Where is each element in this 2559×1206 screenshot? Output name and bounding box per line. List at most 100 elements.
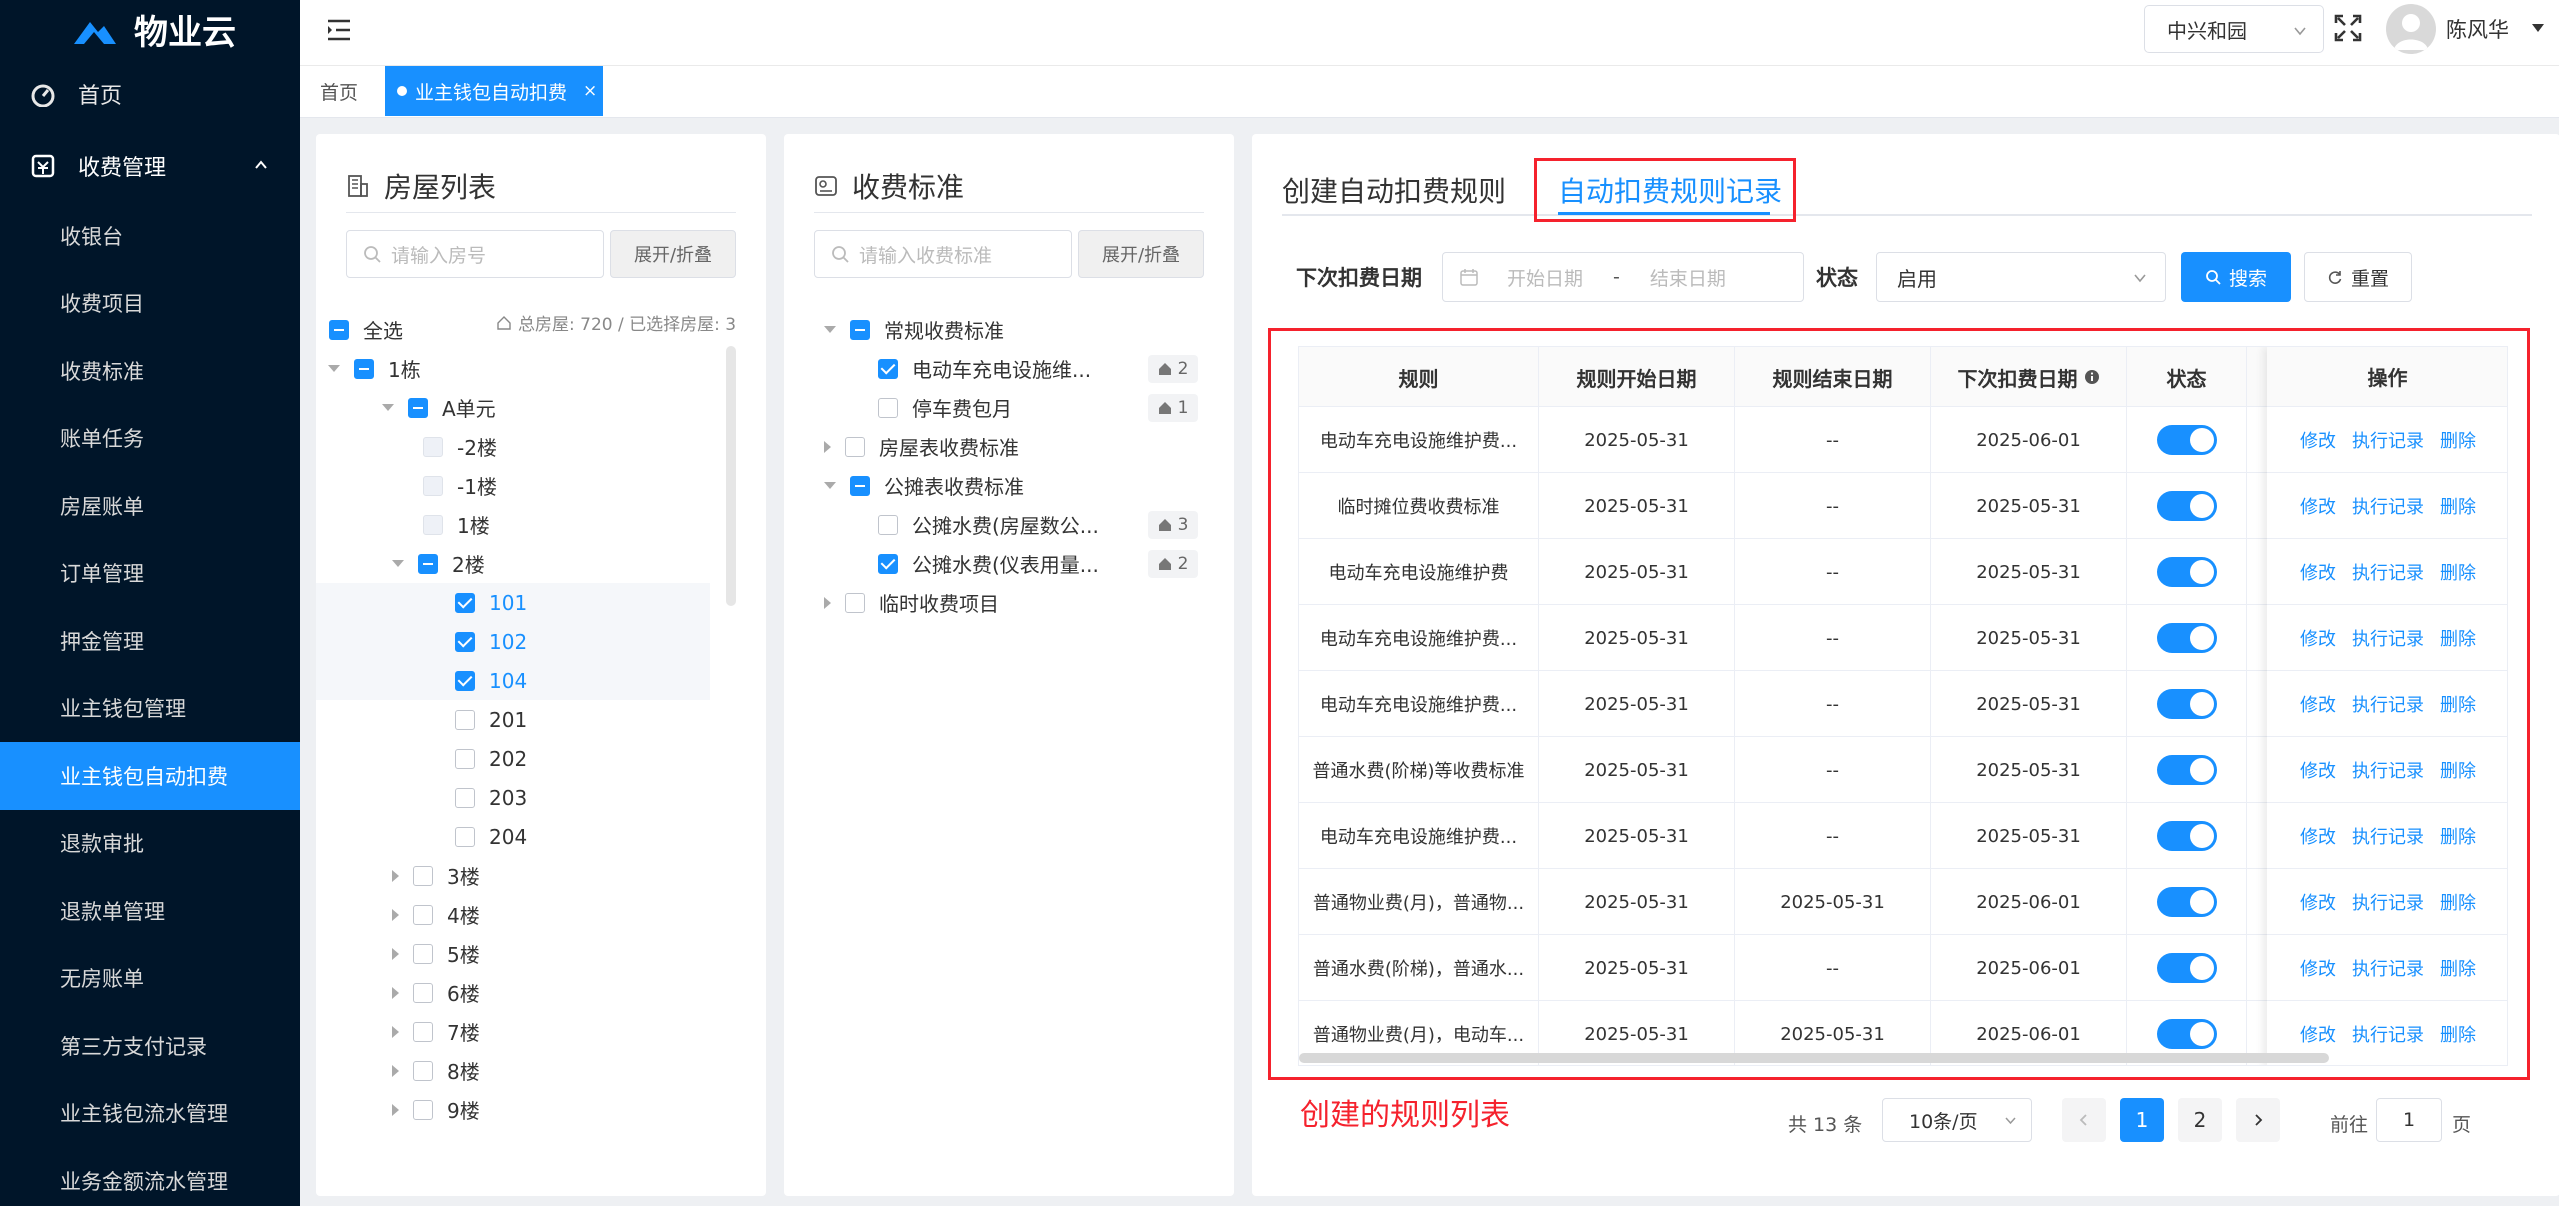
nav-home[interactable]: 首页	[0, 58, 300, 130]
checkbox[interactable]	[878, 514, 898, 535]
checkbox[interactable]	[455, 670, 475, 691]
checkbox[interactable]	[329, 319, 349, 340]
tree-floor[interactable]: 4楼	[392, 895, 480, 934]
caret-down-icon[interactable]	[328, 365, 340, 372]
tab-wallet-autodeduct[interactable]: 业主钱包自动扣费 ×	[385, 66, 603, 116]
tree-floor[interactable]: 6楼	[392, 973, 480, 1012]
sidebar-item[interactable]: 押金管理	[0, 607, 300, 675]
checkbox[interactable]	[455, 748, 475, 769]
caret-right-icon[interactable]	[392, 1025, 399, 1038]
menu-fold-icon[interactable]	[326, 18, 352, 42]
std-group[interactable]: 临时收费项目	[824, 583, 999, 622]
tree-floor[interactable]: 8楼	[392, 1051, 480, 1090]
sidebar-item[interactable]: 退款单管理	[0, 877, 300, 945]
sidebar-item[interactable]: 业主钱包流水管理	[0, 1080, 300, 1148]
std-group[interactable]: 常规收费标准	[824, 310, 1004, 349]
std-search-input[interactable]: 请输入收费标准	[814, 230, 1072, 278]
checkbox[interactable]	[455, 592, 475, 613]
std-item[interactable]: 电动车充电设施维...	[878, 349, 1091, 388]
tree-floor[interactable]: 2楼	[392, 544, 485, 583]
caret-right-icon[interactable]	[392, 947, 399, 960]
tab-create-rule[interactable]: 创建自动扣费规则	[1282, 170, 1506, 210]
checkbox[interactable]	[408, 397, 428, 418]
prev-page-button[interactable]	[2062, 1098, 2106, 1142]
std-item[interactable]: 公摊水费(仪表用量...	[878, 544, 1099, 583]
tree-scrollbar[interactable]	[726, 346, 736, 606]
caret-right-icon[interactable]	[824, 596, 831, 609]
std-expand-collapse-button[interactable]: 展开/折叠	[1078, 230, 1204, 278]
user-name[interactable]: 陈风华	[2446, 14, 2509, 44]
start-date-placeholder[interactable]: 开始日期	[1507, 264, 1583, 291]
goto-page-input[interactable]: 1	[2376, 1098, 2442, 1142]
tab-home[interactable]: 首页	[320, 78, 358, 105]
sidebar-item[interactable]: 收费项目	[0, 270, 300, 338]
tree-floor[interactable]: 9楼	[392, 1090, 480, 1129]
house-search-input[interactable]: 请输入房号	[346, 230, 604, 278]
tree-room[interactable]: 202	[434, 739, 527, 778]
caret-down-icon[interactable]	[824, 482, 836, 489]
checkbox[interactable]	[878, 553, 898, 574]
tree-floor[interactable]: 5楼	[392, 934, 480, 973]
caret-right-icon[interactable]	[392, 1064, 399, 1077]
checkbox[interactable]	[413, 865, 433, 886]
sidebar-item[interactable]: 账单任务	[0, 405, 300, 473]
checkbox[interactable]	[423, 436, 443, 457]
checkbox[interactable]	[354, 358, 374, 379]
page-2-button[interactable]: 2	[2178, 1098, 2222, 1142]
checkbox[interactable]	[418, 553, 438, 574]
checkbox[interactable]	[413, 943, 433, 964]
tree-floor[interactable]: 3楼	[392, 856, 480, 895]
status-select[interactable]: 启用	[1876, 252, 2166, 302]
tree-floor[interactable]: -2楼	[402, 427, 497, 466]
caret-right-icon[interactable]	[392, 986, 399, 999]
sidebar-item[interactable]: 退款审批	[0, 810, 300, 878]
checkbox[interactable]	[413, 904, 433, 925]
end-date-placeholder[interactable]: 结束日期	[1650, 264, 1726, 291]
tree-floor[interactable]: 7楼	[392, 1012, 480, 1051]
search-button[interactable]: 搜索	[2181, 252, 2291, 302]
checkbox[interactable]	[423, 475, 443, 496]
checkbox[interactable]	[423, 514, 443, 535]
sidebar-item[interactable]: 房屋账单	[0, 472, 300, 540]
tree-room[interactable]: 204	[434, 817, 527, 856]
sidebar-item[interactable]: 第三方支付记录	[0, 1012, 300, 1080]
caret-right-icon[interactable]	[392, 1103, 399, 1116]
caret-right-icon[interactable]	[824, 440, 831, 453]
checkbox[interactable]	[850, 475, 870, 496]
checkbox[interactable]	[455, 826, 475, 847]
tree-unit[interactable]: A单元	[382, 388, 496, 427]
sidebar-item[interactable]: 订单管理	[0, 540, 300, 608]
next-page-button[interactable]	[2236, 1098, 2280, 1142]
tree-room[interactable]: 201	[434, 700, 527, 739]
caret-down-icon[interactable]	[382, 404, 394, 411]
caret-down-icon[interactable]	[824, 326, 836, 333]
org-select[interactable]: 中兴和园	[2144, 5, 2324, 53]
sidebar-item[interactable]: 业主钱包自动扣费	[0, 742, 300, 810]
checkbox[interactable]	[850, 319, 870, 340]
std-item[interactable]: 停车费包月	[878, 388, 1012, 427]
tree-floor[interactable]: -1楼	[402, 466, 497, 505]
tree-room[interactable]: 104	[316, 661, 710, 700]
fullscreen-icon[interactable]	[2334, 14, 2362, 42]
nav-group-billing[interactable]: 收费管理	[0, 130, 300, 202]
reset-button[interactable]: 重置	[2304, 252, 2412, 302]
sidebar-item[interactable]: 业主钱包管理	[0, 675, 300, 743]
checkbox[interactable]	[413, 1021, 433, 1042]
tree-building[interactable]: 1栋	[328, 349, 421, 388]
caret-down-icon[interactable]	[392, 560, 404, 567]
checkbox[interactable]	[878, 358, 898, 379]
date-range-picker[interactable]: 开始日期 - 结束日期	[1442, 252, 1804, 302]
checkbox[interactable]	[878, 397, 898, 418]
tree-select-all[interactable]: 全选	[308, 310, 403, 349]
checkbox[interactable]	[845, 436, 865, 457]
sidebar-item[interactable]: 收费标准	[0, 337, 300, 405]
sidebar-item[interactable]: 业务金额流水管理	[0, 1147, 300, 1206]
checkbox[interactable]	[455, 787, 475, 808]
std-group[interactable]: 公摊表收费标准	[824, 466, 1024, 505]
checkbox[interactable]	[455, 631, 475, 652]
tree-room[interactable]: 102	[316, 622, 710, 661]
page-size-select[interactable]: 10条/页	[1882, 1098, 2032, 1142]
checkbox[interactable]	[455, 709, 475, 730]
house-expand-collapse-button[interactable]: 展开/折叠	[610, 230, 736, 278]
checkbox[interactable]	[413, 1060, 433, 1081]
